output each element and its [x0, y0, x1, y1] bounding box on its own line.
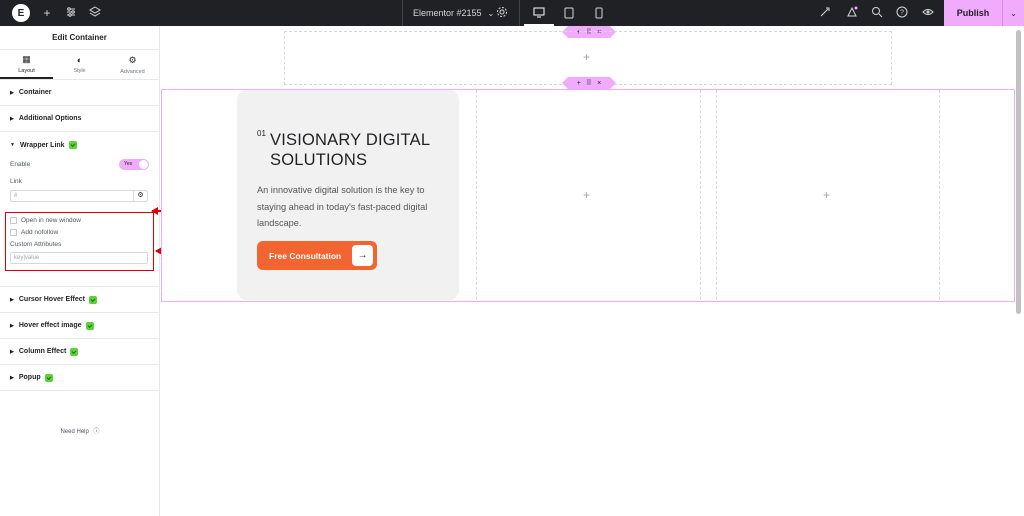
close-icon[interactable]: ×: [597, 80, 601, 87]
pro-badge-icon: [44, 373, 53, 382]
help-icon[interactable]: ?: [895, 6, 909, 20]
column-divider: [939, 90, 940, 300]
publish-options-button[interactable]: ⌄: [1002, 0, 1024, 26]
section-additional-options[interactable]: ▶ Additional Options: [0, 106, 159, 132]
notification-icon[interactable]: [845, 6, 859, 20]
section-column-effect[interactable]: ▶ Column Effect: [0, 339, 159, 365]
add-nofollow-checkbox[interactable]: [10, 228, 17, 236]
link-input[interactable]: #: [10, 190, 134, 202]
caret-right-icon: ▶: [10, 115, 14, 122]
card-description: An innovative digital solution is the ke…: [257, 185, 428, 228]
toggle-knob: [139, 159, 148, 169]
help-icon: ⓘ: [93, 429, 100, 435]
elementor-logo[interactable]: E: [12, 4, 30, 22]
layers-icon[interactable]: [88, 6, 102, 20]
canvas-scrollbar[interactable]: [1016, 30, 1021, 314]
open-new-window-checkbox[interactable]: [10, 216, 17, 224]
drag-handle-icon[interactable]: ⠿: [586, 79, 591, 87]
link-label: Link: [10, 178, 22, 185]
tablet-icon[interactable]: [554, 0, 584, 26]
card-number: 01: [257, 129, 266, 138]
panel-tabs: ▦ Layout ◐ Style ⚙ Advanced: [0, 50, 159, 80]
gear-icon: ⚙: [128, 54, 137, 65]
caret-right-icon: ▶: [10, 89, 14, 96]
section-container[interactable]: ▶ Container: [0, 80, 159, 106]
search-icon[interactable]: [870, 6, 884, 20]
enable-label: Enable: [10, 160, 31, 168]
top-bar: E + Elementor #2155 ⌄ ? Publish ⌄: [0, 0, 1024, 26]
tab-style[interactable]: ◐ Style: [53, 50, 106, 79]
card-title: VISIONARY DIGITAL SOLUTIONS: [270, 131, 430, 169]
custom-attributes-label: Custom Attributes: [10, 241, 62, 248]
style-icon: ◐: [76, 55, 83, 65]
column-divider: [476, 90, 477, 300]
sliders-icon[interactable]: [64, 6, 78, 20]
add-icon[interactable]: +: [577, 80, 581, 87]
add-element-icon[interactable]: +: [583, 188, 590, 202]
caret-right-icon: ▶: [10, 348, 14, 355]
gear-icon[interactable]: [495, 6, 509, 20]
caret-right-icon: ▶: [10, 374, 14, 381]
panel-title: Edit Container: [0, 26, 159, 50]
pro-badge-icon: [68, 141, 77, 149]
need-help-link[interactable]: Need Help ⓘ: [0, 426, 160, 435]
svg-text:?: ?: [900, 10, 904, 17]
pro-badge-icon: [85, 321, 94, 330]
mobile-icon[interactable]: [584, 0, 614, 26]
caret-right-icon: ▶: [10, 296, 14, 303]
enable-toggle[interactable]: Yes: [119, 158, 149, 170]
section-handle[interactable]: + ⠿ ×: [562, 77, 616, 89]
desktop-icon[interactable]: [524, 0, 554, 26]
add-element-icon[interactable]: +: [823, 188, 830, 202]
column-divider: [716, 90, 717, 300]
caret-down-icon: ▼: [10, 142, 15, 148]
column-divider: [700, 90, 701, 300]
chevron-down-icon: ⌄: [1010, 8, 1017, 18]
section-popup[interactable]: ▶ Popup: [0, 365, 159, 391]
caret-right-icon: ▶: [10, 322, 14, 329]
link-options-gear-icon[interactable]: ⚙: [134, 190, 148, 202]
section-cursor-hover-effect[interactable]: ▶ Cursor Hover Effect: [0, 287, 159, 313]
plus-icon[interactable]: +: [40, 6, 54, 20]
arrow-right-icon: →: [352, 245, 373, 266]
section-wrapper-link: ▼ Wrapper Link Enable Yes Link # ⚙ Open …: [0, 132, 159, 287]
pro-badge-icon: [89, 295, 97, 304]
publish-button[interactable]: Publish: [944, 0, 1002, 26]
custom-attributes-input[interactable]: key|value: [10, 252, 148, 264]
highlight-box: Open in new window Add nofollow Custom A…: [5, 212, 154, 271]
section-hover-effect-image[interactable]: ▶ Hover effect image: [0, 313, 159, 339]
free-consultation-button[interactable]: Free Consultation →: [257, 241, 377, 270]
section-wrapper-link-header[interactable]: ▼ Wrapper Link: [10, 132, 149, 158]
pro-badge-icon: [70, 347, 79, 356]
layout-icon: ▦: [22, 53, 31, 64]
rocket-icon[interactable]: [818, 6, 832, 20]
tab-advanced[interactable]: ⚙ Advanced: [106, 50, 159, 79]
tab-layout[interactable]: ▦ Layout: [0, 50, 53, 79]
add-element-icon[interactable]: +: [583, 50, 590, 64]
eye-icon[interactable]: [921, 6, 935, 20]
chevron-down-icon: ⌄: [487, 8, 495, 18]
editor-panel: Edit Container ▦ Layout ◐ Style ⚙ Advanc…: [0, 26, 160, 516]
